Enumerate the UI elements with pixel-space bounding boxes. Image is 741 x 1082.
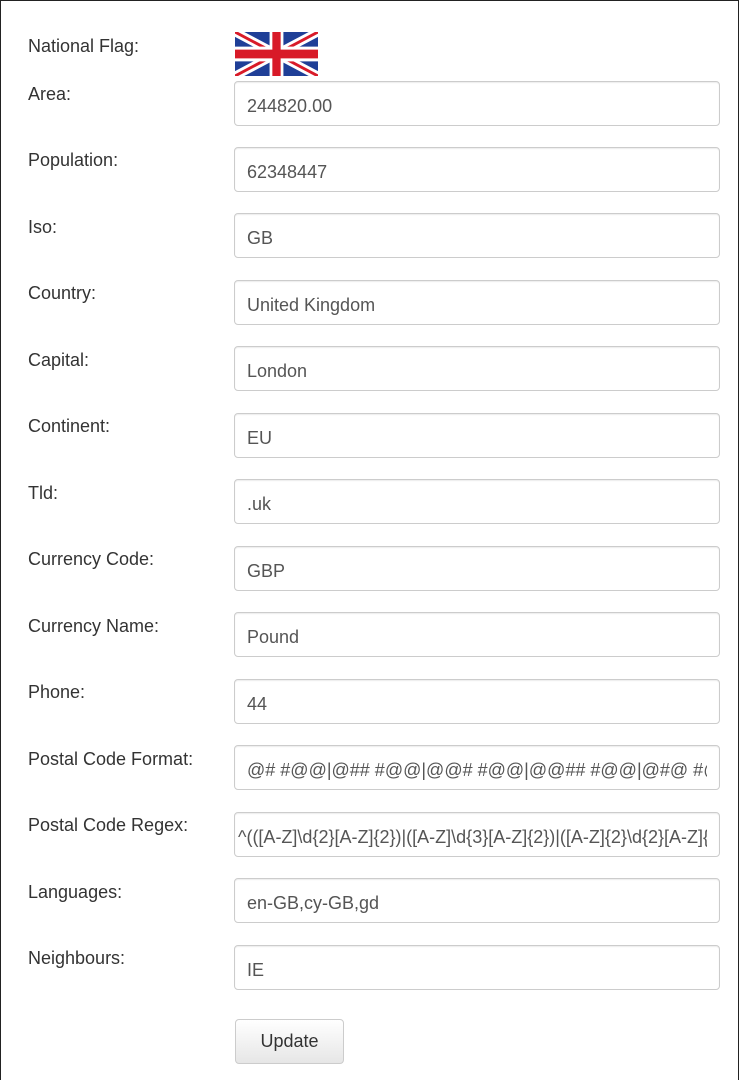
- currency-code-input[interactable]: [234, 546, 720, 591]
- area-input[interactable]: [234, 81, 720, 126]
- neighbours-input[interactable]: [234, 945, 720, 990]
- tld-input[interactable]: [234, 479, 720, 524]
- phone-input[interactable]: [234, 679, 720, 724]
- continent-input[interactable]: [234, 413, 720, 458]
- form-panel: National Flag: Area: Population: Iso: Co…: [0, 0, 739, 1080]
- currency-name-input[interactable]: [234, 612, 720, 657]
- iso-input[interactable]: [234, 213, 720, 258]
- population-input[interactable]: [234, 147, 720, 192]
- languages-input[interactable]: [234, 878, 720, 923]
- tld-label: Tld:: [28, 483, 59, 503]
- national-flag-label: National Flag:: [28, 36, 140, 56]
- iso-label: Iso:: [28, 217, 58, 237]
- capital-input[interactable]: [234, 346, 720, 391]
- country-label: Country:: [28, 283, 97, 303]
- postal-code-format-input[interactable]: [234, 745, 720, 790]
- country-input[interactable]: [234, 280, 720, 325]
- languages-label: Languages:: [28, 882, 123, 902]
- currency-name-label: Currency Name:: [28, 616, 160, 636]
- population-label: Population:: [28, 150, 119, 170]
- neighbours-label: Neighbours:: [28, 948, 126, 968]
- postal-code-regex-label: Postal Code Regex:: [28, 815, 189, 835]
- update-button[interactable]: Update: [235, 1019, 344, 1064]
- area-label: Area:: [28, 84, 72, 104]
- phone-label: Phone:: [28, 682, 86, 702]
- postal-code-regex-input[interactable]: [234, 812, 720, 857]
- currency-code-label: Currency Code:: [28, 549, 155, 569]
- capital-label: Capital:: [28, 350, 90, 370]
- continent-label: Continent:: [28, 416, 111, 436]
- uk-flag-icon: [235, 32, 318, 76]
- postal-code-format-label: Postal Code Format:: [28, 749, 194, 769]
